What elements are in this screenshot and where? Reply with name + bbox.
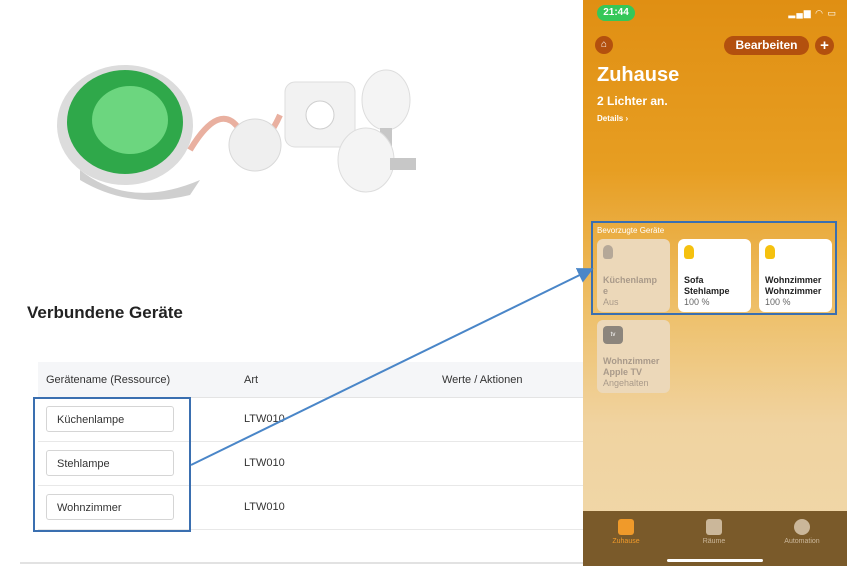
home-app-screen: 21:44 ▂▄▆ ◠ ▭ ⌂ Bearbeiten + Zuhause 2 L… <box>583 0 847 566</box>
device-art: LTW010 <box>244 501 285 513</box>
rooms-icon <box>706 519 722 535</box>
home-title: Zuhause <box>597 64 680 86</box>
favorites-highlight <box>591 221 837 315</box>
tab-raeume[interactable]: Räume <box>679 519 749 545</box>
hue-web-panel: Verbundene Geräte Gerätename (Ressource)… <box>0 0 585 566</box>
tile-apple-tv[interactable]: tv Wohnzimmer Apple TV Angehalten <box>597 320 670 393</box>
column-header-values: Werte / Aktionen <box>442 374 523 386</box>
status-time: 21:44 <box>597 5 635 21</box>
clock-icon <box>794 519 810 535</box>
tab-automation[interactable]: Automation <box>767 519 837 545</box>
table-header: Gerätename (Ressource) Art Werte / Aktio… <box>38 362 583 398</box>
add-button[interactable]: + <box>815 36 834 55</box>
house-icon <box>618 519 634 535</box>
device-names-highlight <box>33 397 191 532</box>
tab-zuhause[interactable]: Zuhause <box>591 519 661 545</box>
status-icons: ▂▄▆ ◠ ▭ <box>788 8 837 18</box>
divider <box>20 562 585 564</box>
tile-name: Wohnzimmer Apple TV <box>603 356 660 377</box>
tab-bar: Zuhause Räume Automation <box>583 511 847 566</box>
tab-label: Automation <box>784 538 820 545</box>
device-art: LTW010 <box>244 457 285 469</box>
home-subtitle: 2 Lichter an. <box>597 94 668 108</box>
section-title: Verbundene Geräte <box>27 303 183 322</box>
home-icon[interactable]: ⌂ <box>595 36 613 54</box>
appletv-icon: tv <box>603 326 623 344</box>
tab-label: Räume <box>702 538 726 545</box>
column-header-name: Gerätename (Ressource) <box>46 374 171 386</box>
details-link[interactable]: Details › <box>597 114 628 123</box>
edit-button[interactable]: Bearbeiten <box>724 36 809 55</box>
tab-label: Zuhause <box>612 538 640 545</box>
hue-products-image <box>57 65 416 200</box>
column-header-art: Art <box>244 374 259 386</box>
tile-status: Angehalten <box>603 378 649 388</box>
device-art: LTW010 <box>244 413 285 425</box>
home-indicator <box>667 559 763 562</box>
